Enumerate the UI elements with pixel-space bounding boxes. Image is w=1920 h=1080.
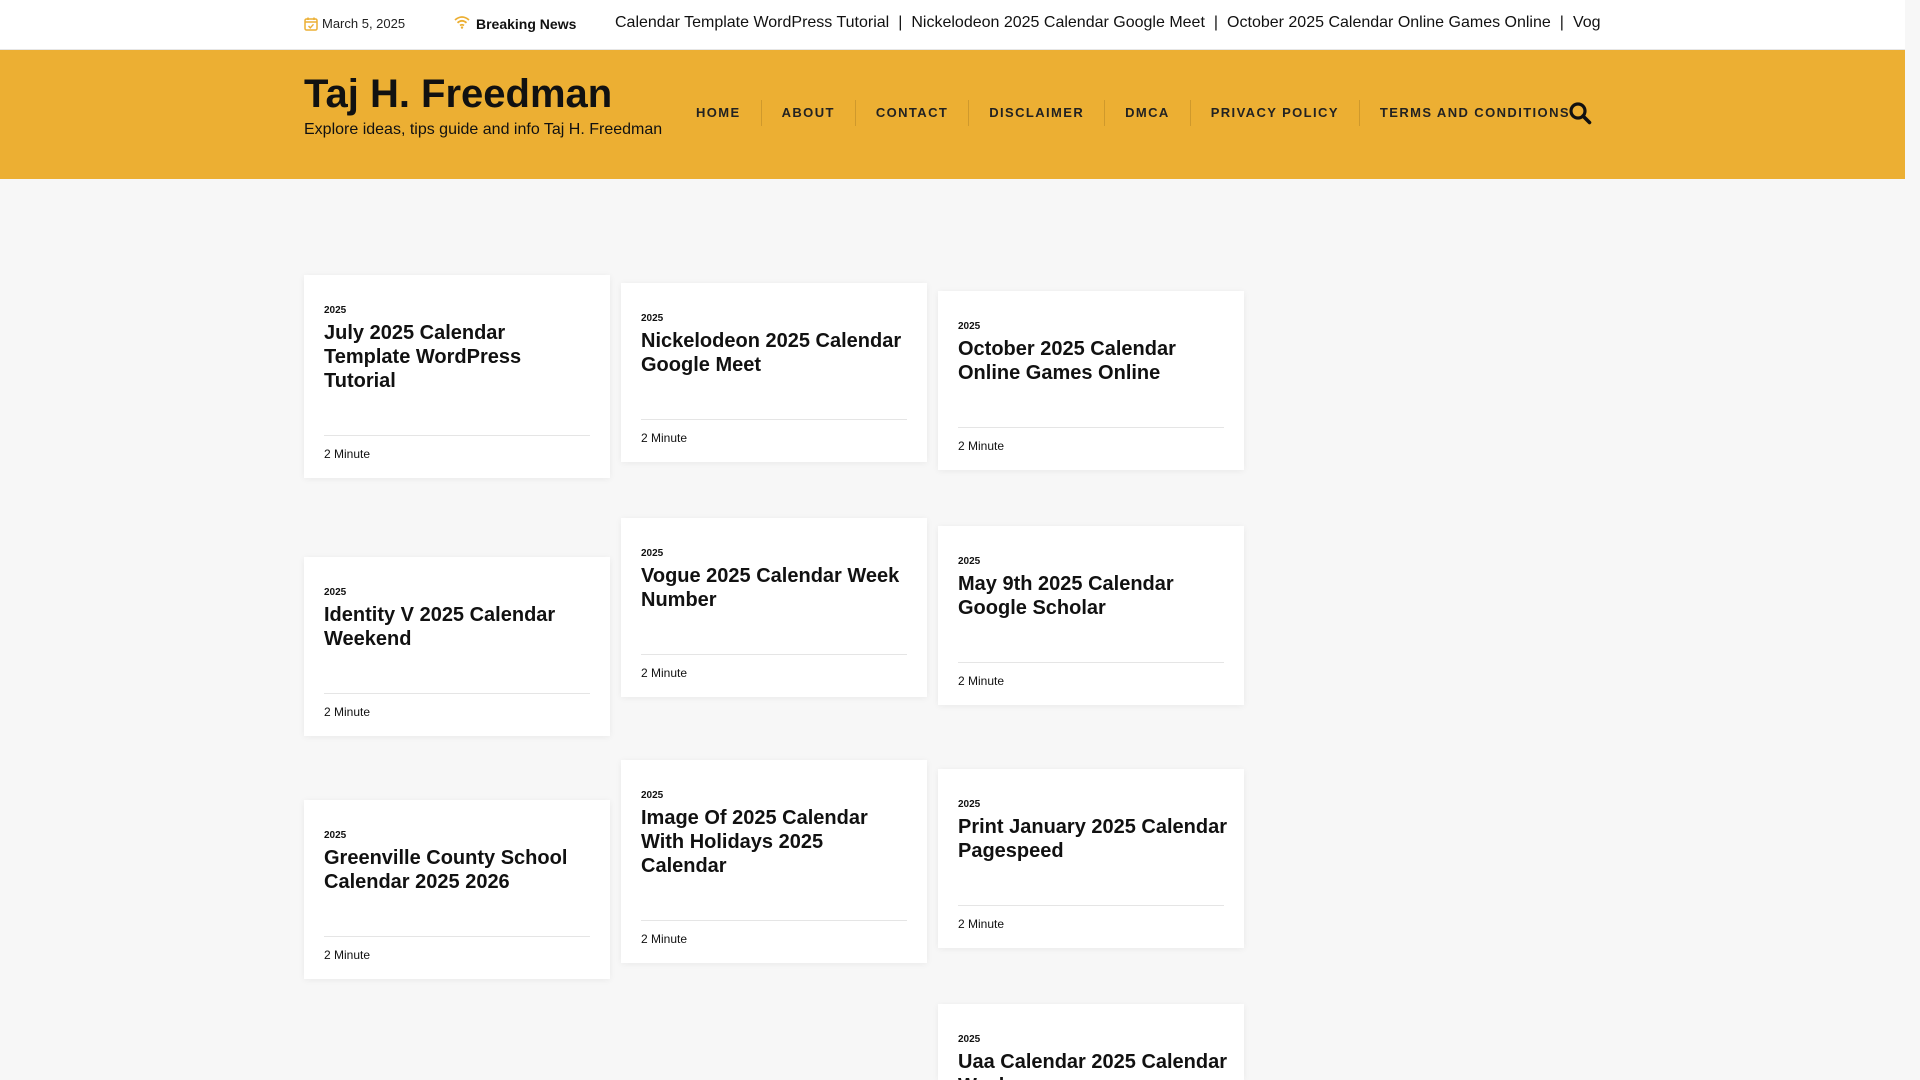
post-card[interactable]: 2025 July 2025 Calendar Template WordPre… xyxy=(304,275,610,478)
post-read-time: 2 Minute xyxy=(958,905,1224,931)
post-title[interactable]: May 9th 2025 Calendar Google Scholar xyxy=(958,572,1230,620)
site-description: Explore ideas, tips guide and info Taj H… xyxy=(304,121,663,138)
date-text: March 5, 2025 xyxy=(322,16,406,31)
post-title[interactable]: July 2025 Calendar Template WordPress Tu… xyxy=(324,321,596,393)
post-card[interactable]: 2025 Image Of 2025 Calendar With Holiday… xyxy=(621,760,927,963)
post-title[interactable]: Nickelodeon 2025 Calendar Google Meet xyxy=(641,329,913,377)
site-title[interactable]: Taj H. Freedman xyxy=(304,70,612,118)
post-category[interactable]: 2025 xyxy=(641,548,663,559)
post-card[interactable]: 2025 Greenville County School Calendar 2… xyxy=(304,800,610,979)
nav-privacy-policy[interactable]: PRIVACY POLICY xyxy=(1189,100,1359,126)
post-read-time: 2 Minute xyxy=(324,693,590,719)
post-title[interactable]: Identity V 2025 Calendar Weekend xyxy=(324,603,596,651)
post-category[interactable]: 2025 xyxy=(958,799,980,810)
post-title[interactable]: Image Of 2025 Calendar With Holidays 202… xyxy=(641,806,913,878)
ticker-separator: | xyxy=(1559,14,1564,31)
post-read-time: 2 Minute xyxy=(958,427,1224,453)
post-title[interactable]: October 2025 Calendar Online Games Onlin… xyxy=(958,337,1230,385)
post-title[interactable]: Greenville County School Calendar 2025 2… xyxy=(324,846,596,894)
post-card[interactable]: 2025 October 2025 Calendar Online Games … xyxy=(938,291,1244,470)
top-bar: March 5, 2025 Breaking News Calendar Tem… xyxy=(0,0,1905,50)
nav-about[interactable]: ABOUT xyxy=(760,100,855,126)
ticker-separator: | xyxy=(898,14,903,31)
post-read-time: 2 Minute xyxy=(324,936,590,962)
post-title[interactable]: Uaa Calendar 2025 Calendar Week xyxy=(958,1050,1230,1080)
nav-dmca[interactable]: DMCA xyxy=(1104,100,1190,126)
breaking-news-text: Breaking News xyxy=(476,15,577,32)
post-category[interactable]: 2025 xyxy=(958,321,980,332)
post-category[interactable]: 2025 xyxy=(641,313,663,324)
ticker-item[interactable]: Nickelodeon 2025 Calendar Google Meet xyxy=(911,14,1205,31)
post-title[interactable]: Print January 2025 Calendar Pagespeed xyxy=(958,815,1230,863)
post-category[interactable]: 2025 xyxy=(958,556,980,567)
post-category[interactable]: 2025 xyxy=(324,830,346,841)
news-ticker: Calendar Template WordPress Tutorial | Nic… xyxy=(615,14,1600,32)
post-card[interactable]: 2025 Identity V 2025 Calendar Weekend 2 … xyxy=(304,557,610,736)
post-read-time: 2 Minute xyxy=(641,920,907,946)
calendar-check-icon xyxy=(304,17,318,31)
current-date: March 5, 2025 xyxy=(304,16,405,31)
post-category[interactable]: 2025 xyxy=(324,305,346,316)
post-category[interactable]: 2025 xyxy=(641,790,663,801)
post-category[interactable]: 2025 xyxy=(958,1034,980,1045)
post-read-time: 2 Minute xyxy=(641,654,907,680)
post-card[interactable]: 2025 Nickelodeon 2025 Calendar Google Me… xyxy=(621,283,927,462)
ticker-separator: | xyxy=(1213,14,1219,31)
post-card[interactable]: 2025 Vogue 2025 Calendar Week Number 2 M… xyxy=(621,518,927,697)
search-button[interactable] xyxy=(1567,100,1593,126)
ticker-item[interactable]: Vog xyxy=(1573,14,1600,31)
ticker-item[interactable]: October 2025 Calendar Online Games Onlin… xyxy=(1227,14,1551,31)
nav-terms-and-conditions[interactable]: TERMS AND CONDITIONS xyxy=(1358,100,1590,126)
ticker-item[interactable]: Calendar Template WordPress Tutorial xyxy=(615,14,889,31)
main-navigation: HOME ABOUT CONTACT DISCLAIMER DMCA PRIVA… xyxy=(676,100,1590,126)
post-read-time: 2 Minute xyxy=(958,662,1224,688)
post-card[interactable]: 2025 May 9th 2025 Calendar Google Schola… xyxy=(938,526,1244,705)
post-category[interactable]: 2025 xyxy=(324,587,346,598)
post-title[interactable]: Vogue 2025 Calendar Week Number xyxy=(641,564,913,612)
nav-contact[interactable]: CONTACT xyxy=(854,100,968,126)
search-icon xyxy=(1567,102,1593,130)
nav-disclaimer[interactable]: DISCLAIMER xyxy=(968,100,1104,126)
breaking-news-label: Breaking News xyxy=(454,15,576,32)
post-card[interactable]: 2025 Print January 2025 Calendar Pagespe… xyxy=(938,769,1244,948)
nav-home[interactable]: HOME xyxy=(676,100,761,126)
post-card[interactable]: 2025 Uaa Calendar 2025 Calendar Week xyxy=(938,1004,1244,1080)
post-read-time: 2 Minute xyxy=(324,435,590,461)
wifi-signal-icon xyxy=(454,15,470,32)
post-read-time: 2 Minute xyxy=(641,419,907,445)
